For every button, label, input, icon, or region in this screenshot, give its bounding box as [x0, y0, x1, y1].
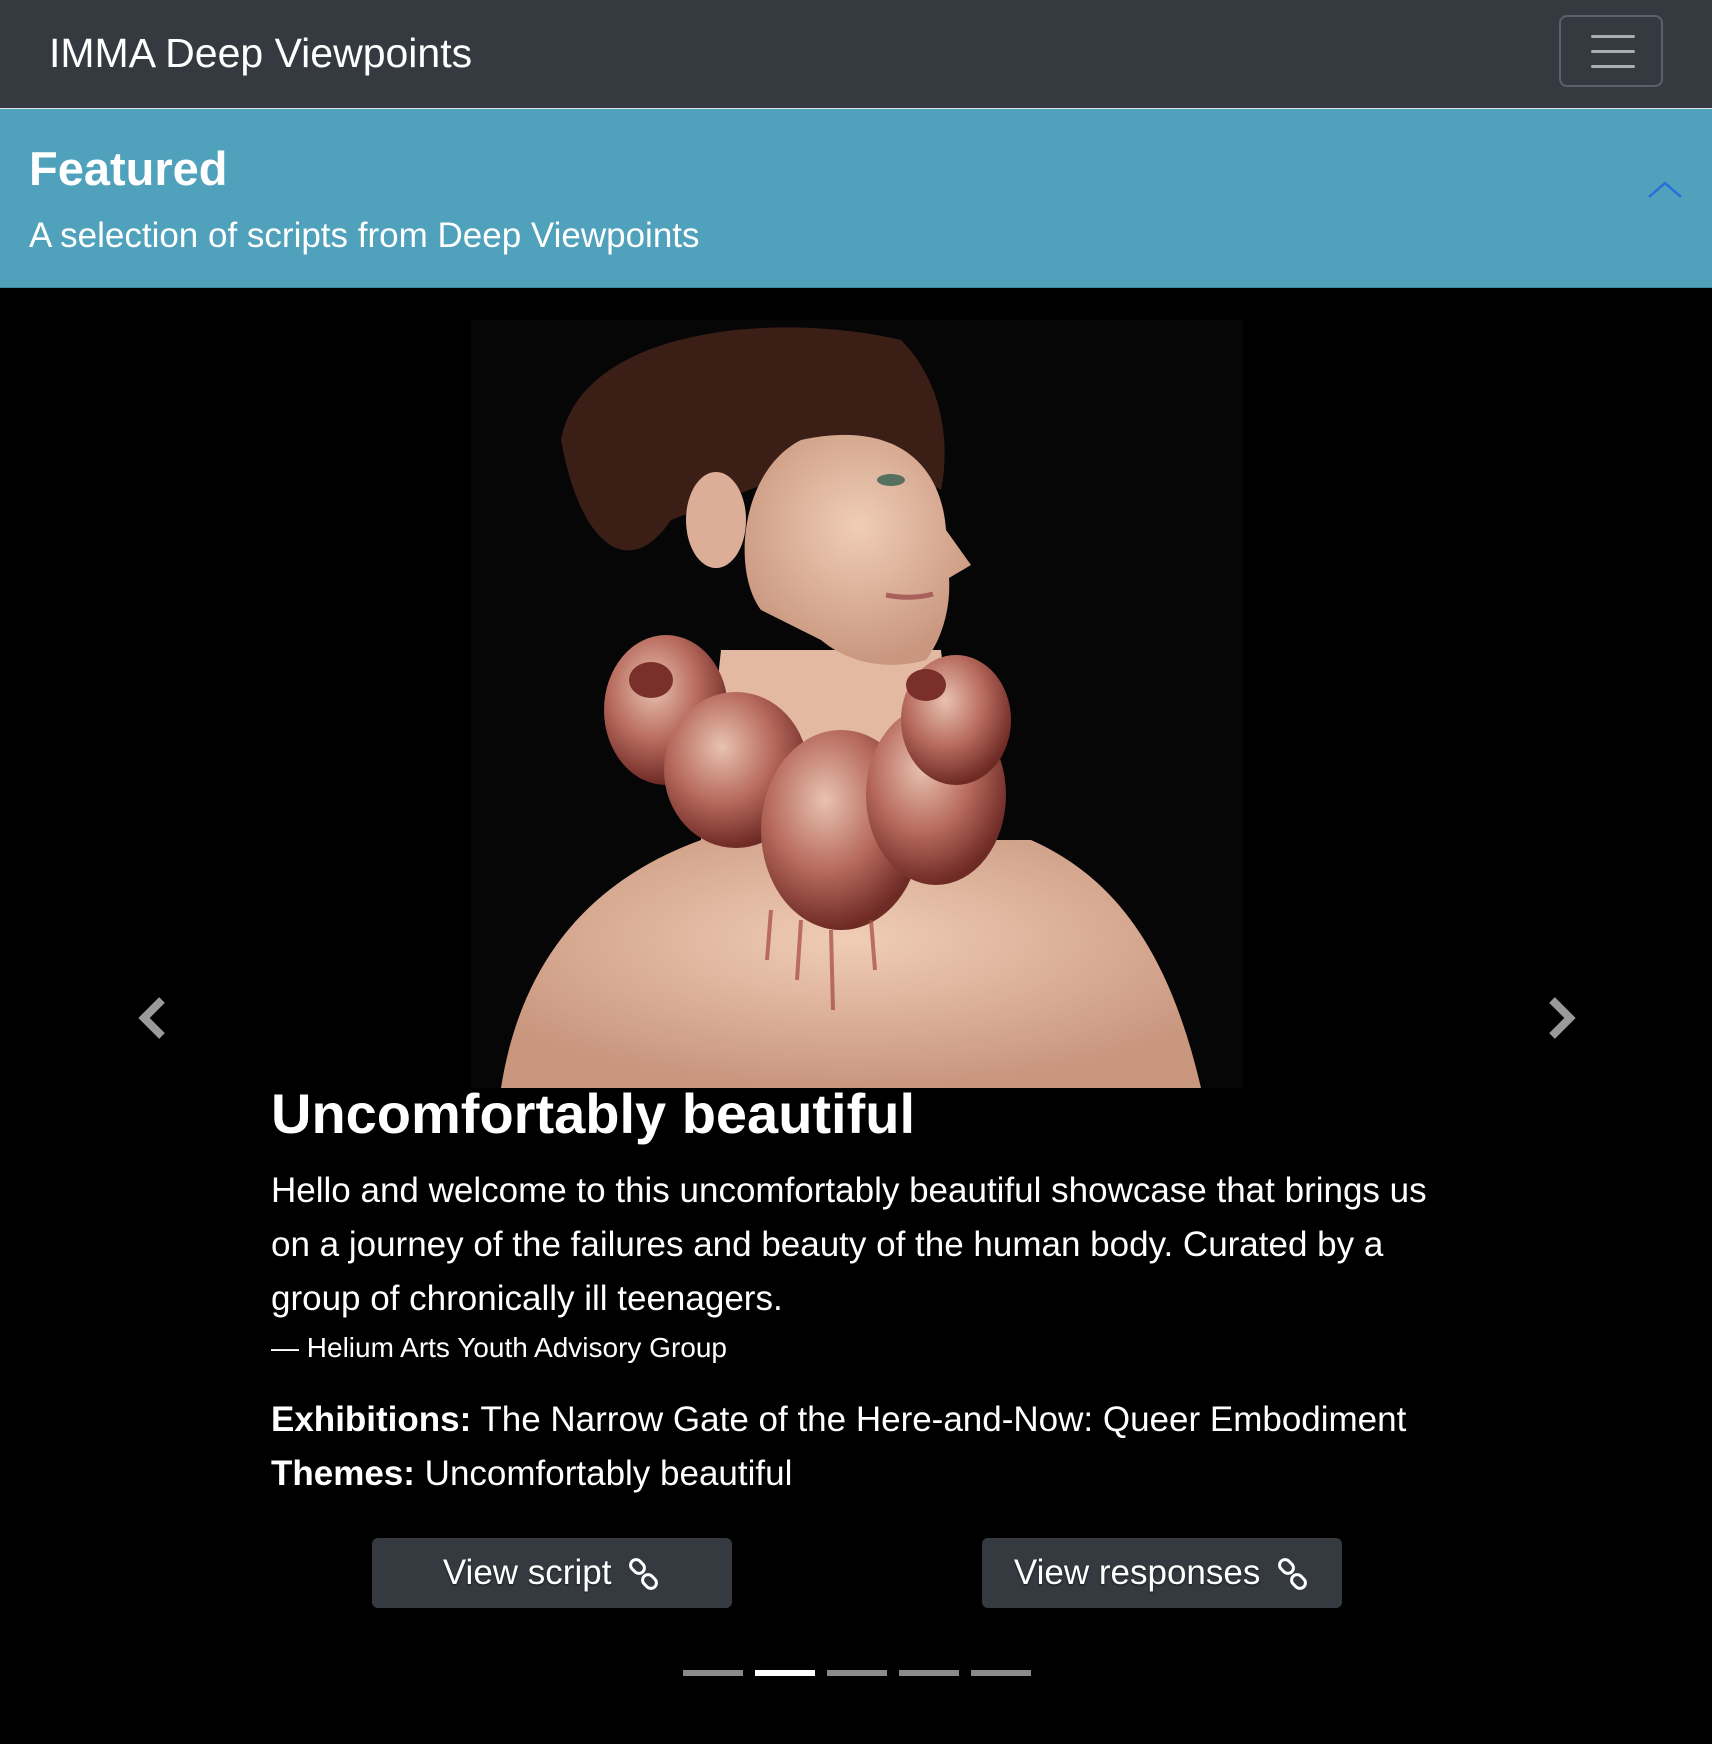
exhibitions-value: The Narrow Gate of the Here-and-Now: Que…	[480, 1400, 1407, 1439]
view-script-label: View script	[442, 1553, 612, 1592]
view-responses-label: View responses	[1013, 1553, 1261, 1592]
featured-subtitle: A selection of scripts from Deep Viewpoi…	[29, 216, 700, 255]
chevron-right-icon	[1549, 997, 1576, 1039]
featured-header: Featured A selection of scripts from Dee…	[0, 109, 1712, 288]
carousel-indicator-3[interactable]	[827, 1670, 887, 1676]
link-icon	[629, 1557, 659, 1590]
featured-collapse-button[interactable]	[1645, 175, 1685, 205]
exhibitions-label: Exhibitions:	[271, 1400, 472, 1439]
carousel-indicator-4[interactable]	[899, 1670, 959, 1676]
slide-title: Uncomfortably beautiful	[271, 1082, 916, 1145]
slide-artwork-image	[471, 320, 1243, 1088]
carousel-indicator-5[interactable]	[971, 1670, 1031, 1676]
carousel-prev-button[interactable]	[124, 988, 184, 1048]
carousel-indicator-2[interactable]	[755, 1670, 815, 1676]
top-navbar: IMMA Deep Viewpoints	[0, 0, 1712, 109]
featured-carousel: Uncomfortably beautiful Hello and welcom…	[0, 288, 1712, 1744]
chevron-left-icon	[138, 997, 165, 1039]
slide-author: — Helium Arts Youth Advisory Group	[271, 1332, 727, 1363]
chevron-up-icon	[1648, 181, 1682, 198]
featured-title: Featured	[29, 142, 228, 195]
exhibitions-row: Exhibitions: The Narrow Gate of the Here…	[271, 1393, 1406, 1447]
brand-link[interactable]: IMMA Deep Viewpoints	[49, 26, 472, 80]
navbar-toggler-button[interactable]	[1559, 15, 1663, 87]
slide-meta: Exhibitions: The Narrow Gate of the Here…	[271, 1393, 1406, 1501]
link-icon	[1278, 1557, 1307, 1590]
view-script-button[interactable]: View script	[372, 1538, 732, 1608]
themes-row: Themes: Uncomfortably beautiful	[271, 1447, 1406, 1501]
slide-description: Hello and welcome to this uncomfortably …	[271, 1171, 1427, 1318]
carousel-next-button[interactable]	[1530, 988, 1590, 1048]
themes-value: Uncomfortably beautiful	[424, 1454, 793, 1493]
themes-label: Themes:	[271, 1454, 415, 1493]
view-responses-button[interactable]: View responses	[982, 1538, 1342, 1608]
carousel-indicator-1[interactable]	[683, 1670, 743, 1676]
carousel-indicators	[683, 1664, 1033, 1684]
